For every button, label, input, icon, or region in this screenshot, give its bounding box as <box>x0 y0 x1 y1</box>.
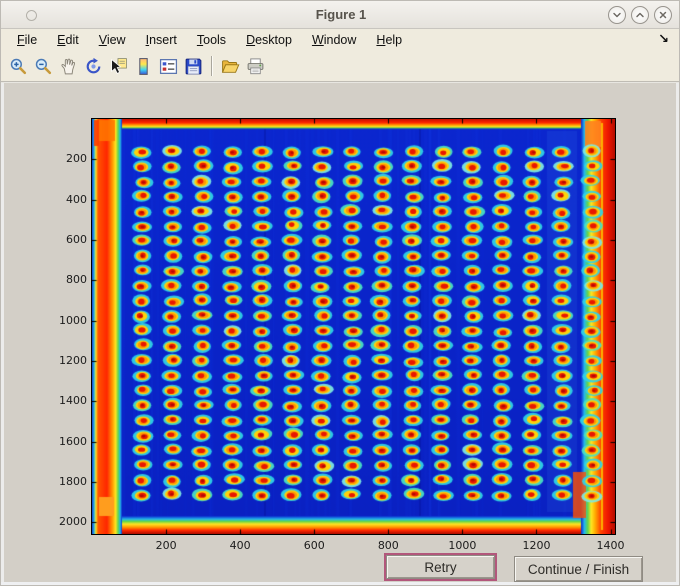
figure-toolbar <box>1 51 679 81</box>
toolbar-button-pan[interactable] <box>56 53 80 79</box>
menu-item-desktop[interactable]: Desktop <box>236 29 302 51</box>
toolbar-button-open[interactable] <box>218 53 242 79</box>
toolbar-button-save[interactable] <box>181 53 205 79</box>
x-tick-label: 1200 <box>522 539 551 552</box>
y-tick-label: 1000 <box>59 313 87 327</box>
continue-finish-button[interactable]: Continue / Finish <box>514 556 643 582</box>
chevron-up-icon <box>636 12 644 18</box>
toolbar-button-colorbar[interactable] <box>131 53 155 79</box>
save-icon <box>184 57 203 76</box>
y-tick-label: 2000 <box>59 515 87 529</box>
legend-icon <box>159 57 178 76</box>
menu-item-view[interactable]: View <box>89 29 136 51</box>
y-tick-label: 1200 <box>59 353 87 367</box>
pan-icon <box>59 57 78 76</box>
y-tick-label: 1600 <box>59 434 87 448</box>
axes <box>91 118 616 535</box>
plate-image <box>92 119 615 534</box>
menu-item-window[interactable]: Window <box>302 29 366 51</box>
x-tick-label: 200 <box>155 539 177 552</box>
y-tick-label: 800 <box>66 273 87 287</box>
close-button[interactable] <box>654 6 672 24</box>
menu-item-file[interactable]: File <box>7 29 47 51</box>
window-border-bottom[interactable] <box>1 582 679 585</box>
chevron-down-icon <box>613 12 621 18</box>
x-tick-label: 400 <box>229 539 251 552</box>
window-border-left <box>1 83 4 585</box>
retry-button-focus-ring: Retry <box>384 553 497 581</box>
print-icon <box>246 57 265 76</box>
window-border-right <box>676 83 679 585</box>
toolbar-button-print[interactable] <box>243 53 267 79</box>
minimize-button[interactable] <box>608 6 626 24</box>
y-tick-label: 400 <box>66 192 87 206</box>
toolbar-button-zoom-in[interactable] <box>6 53 30 79</box>
toolbar-button-data-cursor[interactable] <box>106 53 130 79</box>
y-tick-label: 600 <box>66 232 87 246</box>
window-title: Figure 1 <box>315 7 367 22</box>
menu-item-insert[interactable]: Insert <box>136 29 187 51</box>
menu-item-help[interactable]: Help <box>366 29 412 51</box>
figure-window: Figure 1 File Edit View Insert Tools Desktop W… <box>0 0 680 586</box>
data-cursor-icon <box>109 57 128 76</box>
zoom-out-icon <box>34 57 53 76</box>
toolbar-button-legend[interactable] <box>156 53 180 79</box>
colorbar-icon <box>134 57 153 76</box>
menu-bar: File Edit View Insert Tools Desktop Window Help… <box>1 29 679 51</box>
maximize-button[interactable] <box>631 6 649 24</box>
x-tick-label: 800 <box>377 539 399 552</box>
y-tick-label: 200 <box>66 152 87 166</box>
title-bar[interactable]: Figure 1 <box>1 1 679 29</box>
menu-item-edit[interactable]: Edit <box>47 29 89 51</box>
zoom-in-icon <box>9 57 28 76</box>
menu-item-tools[interactable]: Tools <box>187 29 236 51</box>
y-tick-label: 1400 <box>59 394 87 408</box>
toolbar-button-zoom-out[interactable] <box>31 53 55 79</box>
rotate-3d-icon <box>84 57 103 76</box>
close-icon <box>659 11 667 19</box>
toolbar-separator <box>211 56 213 76</box>
toolbar-button-rotate-3d[interactable] <box>81 53 105 79</box>
open-icon <box>221 57 240 76</box>
x-tick-label: 600 <box>303 539 325 552</box>
y-tick-label: 1800 <box>59 474 87 488</box>
retry-button[interactable]: Retry <box>386 555 495 579</box>
x-tick-label: 1400 <box>596 539 625 552</box>
x-tick-label: 1000 <box>448 539 477 552</box>
figure-canvas-area: 200 400 600 800 1000 1200 1400 1600 1800 2000 200 4… <box>1 83 679 585</box>
dock-figure-icon[interactable]: ↘ <box>658 29 669 51</box>
